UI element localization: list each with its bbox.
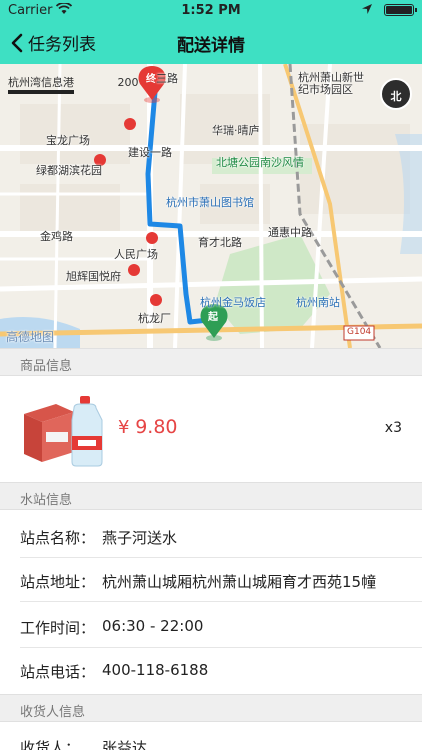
map-label: 建设一路: [128, 146, 172, 159]
price-value: 9.80: [135, 416, 178, 438]
map-logo: 高德地图: [6, 330, 55, 344]
recipient-name-value: 张益达: [102, 739, 148, 750]
station-name-value: 燕子河送水: [102, 529, 178, 547]
map-label: 杭州南站: [296, 296, 340, 309]
map-label: G104: [347, 327, 372, 337]
product-quantity: x3: [384, 420, 402, 436]
station-address-value: 杭州萧山城厢杭州萧山城厢育才西苑15幢: [102, 573, 377, 591]
chevron-left-icon: [11, 33, 23, 52]
map-label: 杭州萧山新世纪市场园区: [298, 71, 364, 96]
map-label: 金鸡路: [40, 230, 73, 243]
station-phone-value[interactable]: 400-118-6188: [102, 661, 208, 679]
station-address-label: 站点地址：: [20, 573, 96, 591]
station-name-label: 站点名称：: [20, 529, 96, 547]
map-label: 育才北路: [198, 236, 242, 249]
map-label: 杭龙厂: [138, 312, 171, 325]
station-address-row: 站点地址： 杭州萧山城厢杭州萧山城厢育才西苑15幢: [0, 558, 422, 602]
map-label: 旭辉国悦府: [66, 270, 121, 283]
map-label: 杭州金马饭店: [200, 296, 266, 309]
station-name-row: 站点名称： 燕子河送水: [0, 514, 422, 558]
product-price: ¥ 9.80: [118, 416, 178, 438]
station-hours-label: 工作时间：: [20, 619, 96, 637]
water-product-image: [24, 396, 103, 467]
map-label: 人民广场: [114, 248, 158, 261]
map-label: 通惠中路: [268, 226, 312, 239]
battery-icon: [384, 4, 417, 16]
station-phone-label: 站点电话：: [20, 663, 96, 681]
map-scale-label: 杭州湾信息港 200: [8, 74, 139, 90]
map-label: 华瑞·晴庐: [212, 124, 260, 137]
station-hours-row: 工作时间： 06:30 - 22:00: [0, 604, 422, 648]
route-map[interactable]: 终 起 杭州湾信息港 200 北 三路 杭州萧山新世纪市场园区 宝龙广场 华瑞·…: [0, 64, 422, 348]
map-label: 绿都湖滨花园: [36, 164, 102, 177]
currency-symbol: ¥: [118, 417, 130, 438]
map-scale-bar: [8, 90, 74, 94]
start-marker-label: 起: [208, 312, 218, 323]
status-bar: Carrier 1:52 PM: [0, 0, 422, 20]
section-title: 收货人信息: [20, 705, 86, 720]
scale-place-label: 杭州湾信息港: [8, 76, 74, 89]
section-header-station: 水站信息: [0, 482, 422, 510]
location-arrow-icon: [362, 4, 372, 14]
status-time: 1:52 PM: [181, 3, 241, 18]
section-header-product: 商品信息: [0, 348, 422, 376]
station-hours-value: 06:30 - 22:00: [102, 617, 204, 635]
back-button[interactable]: 任务列表: [10, 30, 96, 55]
compass-label: 北: [390, 90, 402, 103]
recipient-name-row: 收货人： 张益达: [0, 724, 422, 750]
scale-distance-label: 200: [117, 76, 139, 89]
product-card: ¥ 9.80 x3: [0, 376, 422, 482]
end-marker-label: 终: [146, 74, 156, 85]
map-label: 三路: [156, 72, 178, 85]
section-title: 商品信息: [20, 359, 73, 374]
nav-bar: 任务列表 配送详情: [0, 20, 422, 64]
section-header-recipient: 收货人信息: [0, 694, 422, 722]
map-label: 宝龙广场: [46, 134, 90, 147]
station-phone-row[interactable]: 站点电话： 400-118-6188: [0, 648, 422, 692]
map-label: 北塘公园南沙风情: [216, 156, 304, 169]
section-title: 水站信息: [20, 493, 73, 508]
recipient-name-label: 收货人：: [20, 739, 81, 750]
back-button-label: 任务列表: [28, 35, 96, 55]
compass-icon[interactable]: 北: [380, 78, 412, 110]
map-label: 杭州市萧山图书馆: [166, 196, 254, 209]
